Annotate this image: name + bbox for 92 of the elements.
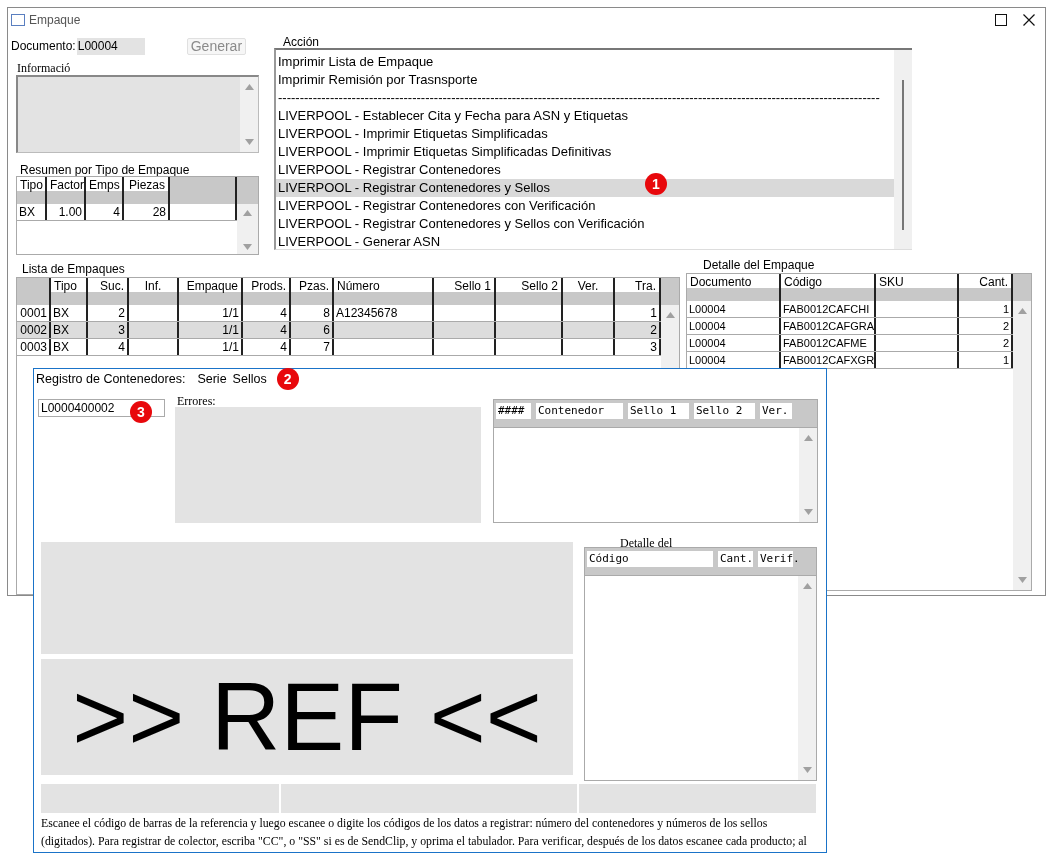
column-header[interactable]: Tipo	[17, 177, 47, 204]
window-icon[interactable]	[11, 14, 25, 26]
scroll-up-icon[interactable]	[802, 583, 812, 589]
scrollbar[interactable]	[894, 50, 912, 249]
column-header[interactable]: Emps	[86, 177, 124, 204]
column-header[interactable]: Ver.	[760, 403, 792, 419]
table-cell: 4	[243, 339, 291, 355]
column-header[interactable]: Suc.	[88, 278, 129, 305]
scrollbar[interactable]	[1013, 301, 1031, 590]
table-cell: 1.00	[47, 204, 86, 220]
column-header[interactable]: Contenedor	[536, 403, 623, 419]
column-header[interactable]: Tra.	[615, 278, 661, 305]
list-item[interactable]: Imprimir Remisión por Trasnsporte	[276, 71, 894, 89]
table-cell: BX	[17, 204, 47, 220]
table-row[interactable]: 0002 BX 3 1/1 4 6 2	[17, 322, 661, 339]
table-row[interactable]: L00004 FAB0012CAFXGR 1	[687, 352, 1013, 369]
help-text: Escanee el código de barras de la referencia y luego escanee o digite los códigos de los datos a registrar: número del contenedores y números de los sellos (digitados). Para registrar de colector, escriba "CC", o "SS" si es de SendClip, y oprima el tabulador. Para verificar, después de los datos escanee cada producto; al	[40, 815, 808, 850]
list-item[interactable]: LIVERPOOL - Establecer Cita y Fecha para ASN y Etiquetas	[276, 107, 894, 125]
maximize-icon[interactable]	[995, 14, 1007, 26]
list-item[interactable]: Imprimir Lista de Empaque	[276, 53, 894, 71]
table-row[interactable]: 0003 BX 4 1/1 4 7 3	[17, 339, 661, 356]
table-row[interactable]: L00004 FAB0012CAFME 2	[687, 335, 1013, 352]
column-header[interactable]: Sello 1	[628, 403, 689, 419]
column-header[interactable]: SKU	[876, 274, 959, 301]
list-item[interactable]: LIVERPOOL - Registrar Contenedores y Sellos con Verificación	[276, 215, 894, 233]
table-cell: 28	[124, 204, 170, 220]
scroll-thumb[interactable]	[902, 80, 904, 230]
field-label: Documento:	[11, 39, 76, 53]
annotation-badge: 2	[276, 368, 299, 390]
list-item[interactable]: LIVERPOOL - Imprimir Etiquetas Simplificadas Definitivas	[276, 143, 894, 161]
scroll-down-icon[interactable]	[802, 767, 812, 773]
scrollbar[interactable]	[240, 77, 258, 152]
column-header[interactable]: Ver.	[563, 278, 615, 305]
table-cell: BX	[51, 339, 88, 355]
column-header[interactable]: Pzas.	[291, 278, 334, 305]
section-label: Acción	[283, 36, 321, 48]
scroll-down-icon[interactable]	[1017, 577, 1027, 583]
scroll-down-icon[interactable]	[243, 244, 252, 250]
section-label: Informació	[17, 61, 72, 75]
column-header[interactable]: ####	[496, 403, 531, 419]
scroll-up-icon[interactable]	[803, 435, 813, 441]
section-label: Errores:	[177, 396, 217, 407]
table-row[interactable]: 0001 BX 2 1/1 4 8 A12345678 1	[17, 305, 661, 322]
column-header[interactable]: Cant.	[718, 551, 753, 567]
section-label: Detalle del Empaque	[703, 259, 816, 271]
window-title: Empaque	[29, 13, 81, 27]
list-item[interactable]: LIVERPOOL - Registrar Contenedores con Verificación	[276, 197, 894, 215]
scrollbar[interactable]	[799, 428, 817, 522]
scroll-up-icon[interactable]	[665, 312, 675, 318]
scroll-up-icon[interactable]	[244, 84, 254, 90]
column-header[interactable]: Empaque	[179, 278, 243, 305]
column-header[interactable]: Sello 2	[496, 278, 563, 305]
scrollbar[interactable]	[798, 576, 816, 780]
scroll-down-icon[interactable]	[803, 509, 813, 515]
section-label: Detalle del	[620, 537, 674, 547]
table-cell: 7	[291, 339, 334, 355]
table-cell: 0003	[17, 339, 51, 355]
action-list[interactable]	[274, 48, 912, 250]
column-header[interactable]: Tipo	[51, 278, 88, 305]
dialog-title: Registro de Contenedores:	[36, 372, 186, 386]
list-item[interactable]: LIVERPOOL - Imprimir Etiquetas Simplificadas	[276, 125, 894, 143]
column-header[interactable]: Sello 1	[434, 278, 496, 305]
menu-item[interactable]: Serie	[197, 372, 227, 386]
table-cell: 4	[86, 204, 124, 220]
table-row[interactable]: L00004 FAB0012CAFCHI 1	[687, 301, 1013, 318]
scroll-up-icon[interactable]	[243, 210, 252, 216]
table-row[interactable]: L00004 FAB0012CAFGRA 2	[687, 318, 1013, 335]
column-header[interactable]: Número	[334, 278, 434, 305]
column-header[interactable]: Piezas	[124, 177, 170, 204]
table-row[interactable]: BX 1.00 4 28	[17, 204, 237, 221]
list-item[interactable]: LIVERPOOL - Generar ASN	[276, 233, 894, 251]
column-header[interactable]: Documento	[687, 274, 781, 301]
table-cell: 4	[88, 339, 129, 355]
document-field[interactable]: L00004	[76, 37, 145, 55]
column-header[interactable]: Prods.	[243, 278, 291, 305]
section-label: Resumen por Tipo de Empaque	[20, 164, 191, 176]
section-label: Lista de Empaques	[22, 263, 126, 275]
column-header[interactable]: Código	[587, 551, 713, 567]
reference-display: >> REF <<	[41, 659, 573, 775]
close-icon[interactable]	[1023, 14, 1035, 26]
scrollbar[interactable]	[237, 204, 258, 254]
column-header[interactable]: Sello 2	[694, 403, 755, 419]
menu-item[interactable]: Sellos	[232, 372, 267, 386]
column-header[interactable]: Cant.	[959, 274, 1013, 301]
scroll-up-icon[interactable]	[1017, 308, 1027, 314]
scroll-down-icon[interactable]	[244, 139, 254, 145]
list-item[interactable]: -------------------------------------------------------------------------------------------------------------------------------------------	[276, 89, 894, 107]
column-header[interactable]: Factor	[47, 177, 86, 204]
column-header[interactable]: Inf.	[129, 278, 179, 305]
info-text-area[interactable]	[16, 75, 259, 153]
table-cell: 1/1	[179, 339, 243, 355]
column-header[interactable]: Código	[781, 274, 876, 301]
